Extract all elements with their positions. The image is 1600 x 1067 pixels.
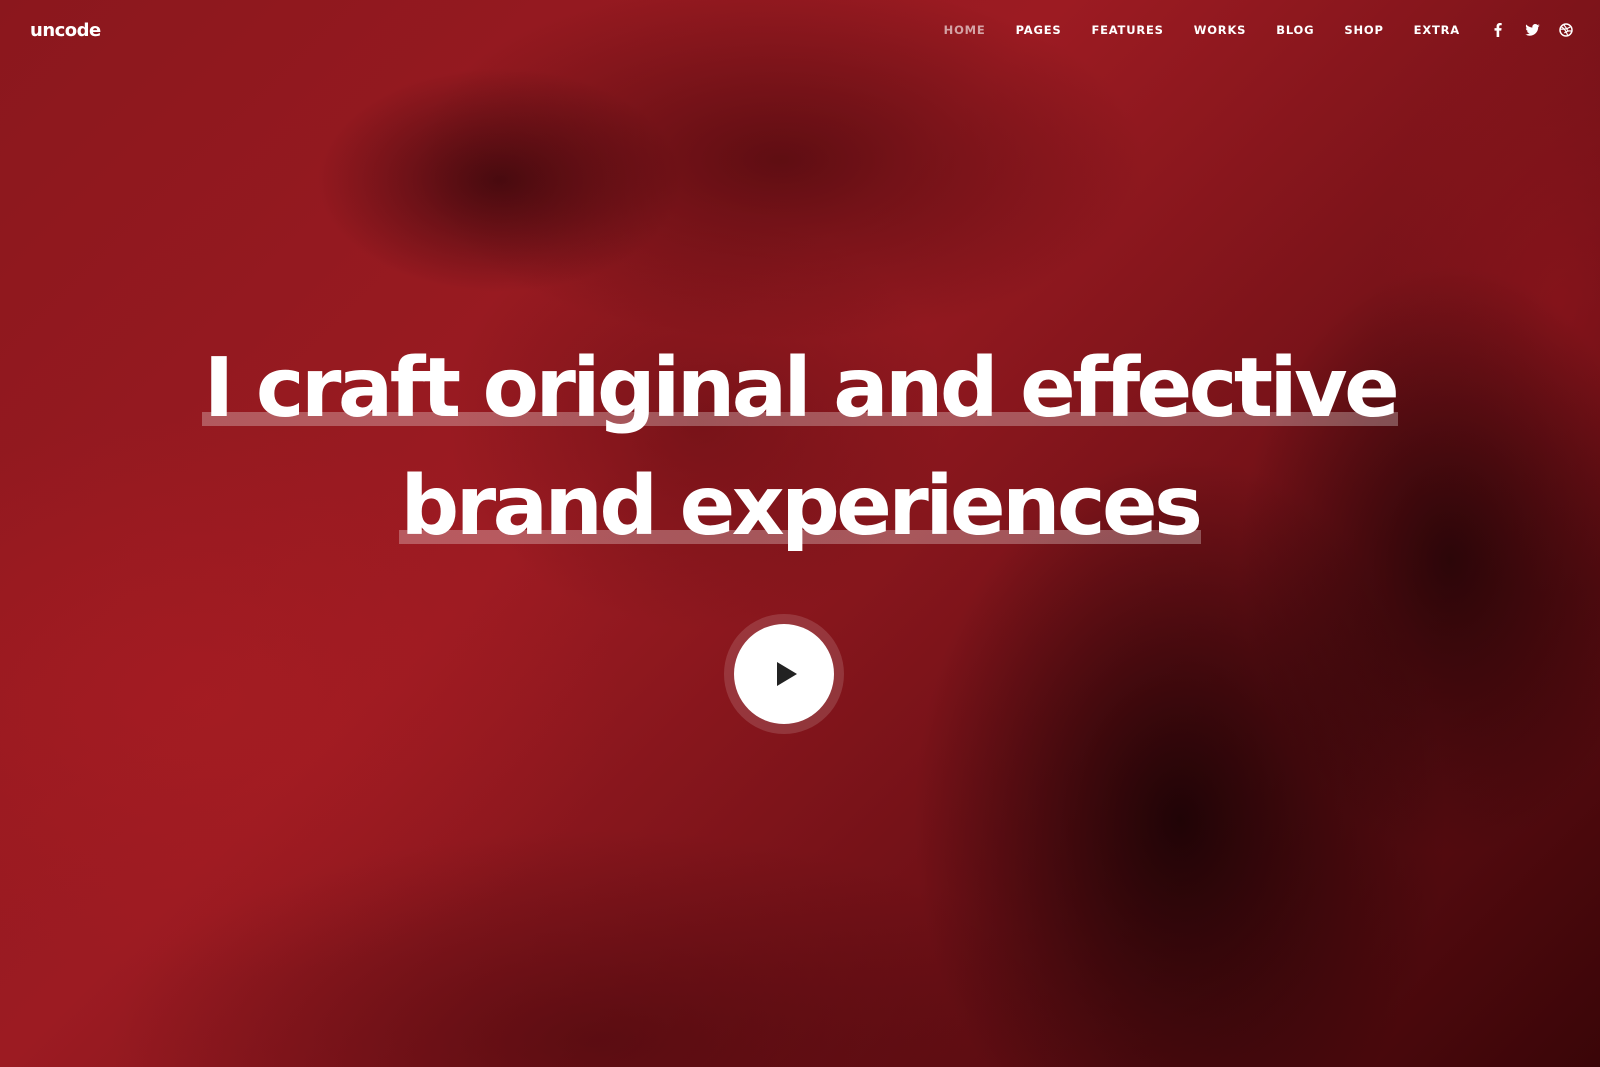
site-logo[interactable]: uncode — [30, 20, 101, 41]
nav-item-extra[interactable]: EXTRA — [1414, 23, 1460, 37]
play-button-circle[interactable] — [734, 624, 834, 724]
nav-item-works[interactable]: WORKS — [1194, 23, 1247, 37]
nav-item-features[interactable]: FEATURES — [1091, 23, 1163, 37]
facebook-icon[interactable] — [1490, 22, 1506, 38]
hero-section: uncode HOME PAGES FEATURES WORKS BLOG SH… — [0, 0, 1600, 1067]
headline-line-1: I craft original and effective — [201, 341, 1400, 436]
site-header: uncode HOME PAGES FEATURES WORKS BLOG SH… — [0, 0, 1600, 64]
hero-headline: I craft original and effective brand exp… — [0, 330, 1600, 566]
nav-item-shop[interactable]: SHOP — [1344, 23, 1383, 37]
nav-item-home[interactable]: HOME — [944, 23, 986, 37]
video-play-button[interactable] — [724, 614, 844, 734]
social-links — [1490, 22, 1574, 38]
nav-item-pages[interactable]: PAGES — [1016, 23, 1062, 37]
nav-item-blog[interactable]: BLOG — [1276, 23, 1314, 37]
main-nav: HOME PAGES FEATURES WORKS BLOG SHOP EXTR… — [944, 22, 1574, 38]
twitter-icon[interactable] — [1524, 22, 1540, 38]
play-icon — [777, 662, 797, 686]
headline-line-2: brand experiences — [398, 459, 1203, 554]
dribbble-icon[interactable] — [1558, 22, 1574, 38]
